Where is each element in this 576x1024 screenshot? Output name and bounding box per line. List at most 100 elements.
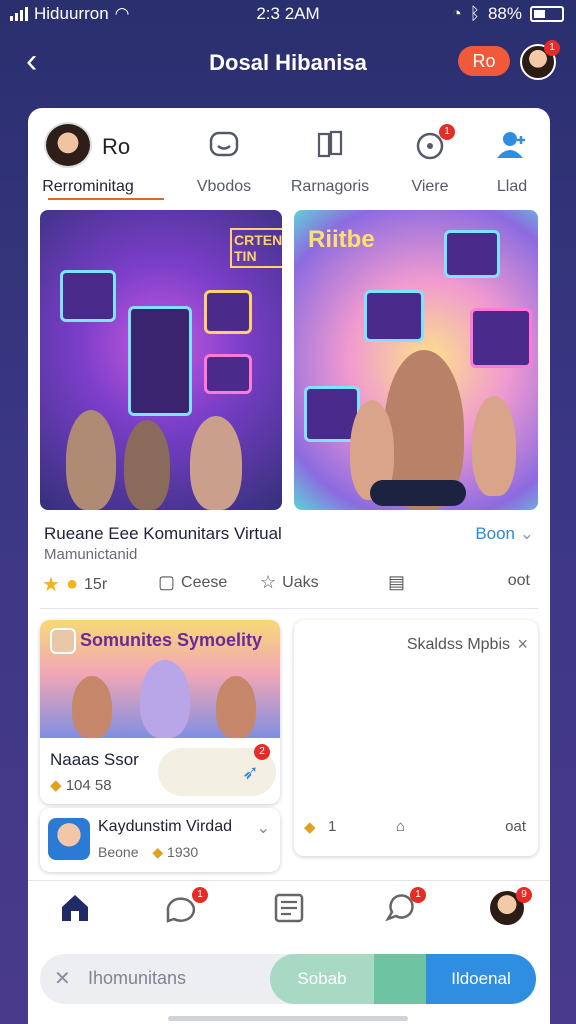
home-icon[interactable]: ⌂ bbox=[396, 818, 405, 835]
floating-tile bbox=[204, 354, 252, 394]
send-icon[interactable]: ➶ bbox=[242, 760, 259, 785]
list-item-status: Beone bbox=[98, 844, 139, 860]
comment-label: Ceese bbox=[181, 573, 228, 591]
person-figure bbox=[124, 420, 170, 510]
avatar bbox=[50, 628, 76, 654]
toggle-button[interactable] bbox=[374, 954, 426, 1004]
side-panel-heading: Skaldss Mpbis bbox=[406, 636, 510, 653]
close-icon[interactable]: × bbox=[517, 634, 528, 655]
avatar[interactable]: 9 bbox=[490, 887, 532, 931]
floating-tile bbox=[364, 290, 424, 342]
community-list-item[interactable]: Kaydunstim Virdad ⌄ Beone ◆ 1930 bbox=[40, 808, 280, 872]
chevron-down-icon[interactable]: ⌄ bbox=[257, 818, 270, 838]
person-figure bbox=[140, 660, 190, 738]
child-figure bbox=[472, 396, 516, 496]
stat-label: oot bbox=[507, 572, 530, 589]
message-icon[interactable]: 1 bbox=[382, 887, 426, 931]
chevron-down-icon: ⌄ bbox=[519, 524, 534, 543]
ticket-icon: ◆ bbox=[50, 777, 62, 794]
chat-icon[interactable]: 1 bbox=[164, 887, 208, 931]
community-card-title: Naaas Ssor bbox=[50, 750, 139, 769]
profile-badge[interactable]: Ro bbox=[458, 46, 510, 76]
post-subtitle: Mamunictanid bbox=[44, 546, 138, 563]
bottom-nav: 1 1 9 bbox=[28, 880, 550, 944]
comment-button[interactable]: ▢ Ceese bbox=[158, 572, 227, 593]
community-image-1[interactable]: CRTEND TIN bbox=[40, 210, 282, 510]
search-placeholder: Ihomunitans bbox=[88, 968, 187, 988]
person-figure bbox=[72, 676, 112, 738]
community-image-2[interactable]: Riitbe bbox=[294, 210, 538, 510]
avatar-notif-dot: 9 bbox=[516, 887, 532, 903]
side-stat: oat bbox=[505, 818, 526, 835]
battery-icon bbox=[530, 6, 564, 22]
community-card-count: 104 58 bbox=[65, 777, 112, 794]
list-item-title: Kaydunstim Virdad bbox=[98, 818, 232, 835]
list-item-count: 1930 bbox=[167, 844, 199, 860]
avatar-notif-dot: 1 bbox=[544, 40, 560, 56]
post-title[interactable]: Rueane Eee Komunitars Virtual bbox=[44, 524, 282, 544]
share-button[interactable]: ☆ Uaks bbox=[260, 572, 319, 593]
battery-percent: 88% bbox=[487, 4, 522, 23]
community-card[interactable]: Somunites Symoelity Naaas Ssor ◆ 104 58 … bbox=[40, 620, 280, 804]
bottom-search-bar: ✕ Ihomunitans Sobab Ildoenal bbox=[28, 940, 550, 1024]
tab-llad[interactable]: Llad bbox=[462, 122, 550, 202]
phone-screen bbox=[128, 306, 192, 416]
ticket-icon: ◆ bbox=[152, 844, 164, 860]
like-count: 15r bbox=[84, 575, 108, 593]
app-header: ‹ Dosal Hibanisa Ro 1 bbox=[0, 40, 576, 84]
image-sign: CRTEND TIN bbox=[230, 228, 282, 268]
tab-label: Rerrominitag bbox=[42, 178, 134, 195]
floating-tile bbox=[470, 308, 532, 368]
chat-icon bbox=[207, 128, 241, 162]
avatar bbox=[48, 818, 90, 860]
ildoenal-button[interactable]: Ildoenal bbox=[426, 954, 536, 1004]
book-icon bbox=[313, 128, 347, 162]
tab-rerrominitag[interactable]: Rerrominitag bbox=[38, 122, 138, 202]
home-indicator bbox=[168, 1016, 408, 1021]
tab-label: Vbodos bbox=[196, 178, 252, 195]
share-label: Uaks bbox=[282, 573, 319, 591]
community-icon: ✕ bbox=[54, 968, 71, 990]
person-icon bbox=[495, 128, 529, 162]
community-card-meta: ◆ 104 58 bbox=[50, 776, 112, 794]
tab-underline bbox=[48, 198, 164, 200]
tab-vbodos[interactable]: Vbodos bbox=[174, 122, 274, 202]
floating-tile bbox=[204, 290, 252, 334]
message-notif-dot: 1 bbox=[410, 887, 426, 903]
status-right: ◔ ᛒ 88% bbox=[451, 4, 564, 24]
person-figure bbox=[216, 676, 256, 738]
side-count: 1 bbox=[328, 818, 337, 835]
status-bar: Hiduurron ◠ 2:3 2AM ◔ ᛒ 88% bbox=[0, 0, 576, 28]
viere-notif-dot: 1 bbox=[439, 124, 455, 140]
person-figure bbox=[190, 416, 242, 510]
floating-tile bbox=[60, 270, 116, 322]
target-icon: 1 bbox=[413, 124, 455, 162]
comment-icon: ▢ bbox=[158, 572, 176, 592]
alarm-icon: ◔ bbox=[451, 4, 462, 23]
boon-label: Boon bbox=[475, 524, 516, 543]
chat-notif-dot: 1 bbox=[192, 887, 208, 903]
tab-rarnagoris[interactable]: Rarnagoris bbox=[280, 122, 380, 202]
share-icon: ☆ bbox=[260, 572, 277, 592]
search-input[interactable]: ✕ Ihomunitans Sobab Ildoenal bbox=[40, 954, 536, 1004]
news-icon[interactable] bbox=[272, 891, 312, 931]
bluetooth-icon: ᛒ bbox=[469, 4, 480, 23]
tab-bar: Ro Rerrominitag Vbodos Rarnagoris 1 Vier… bbox=[28, 122, 550, 210]
community-card-heading: Somunites Symoelity bbox=[80, 630, 263, 650]
bookmark-icon: ▤ bbox=[388, 572, 406, 592]
home-icon[interactable] bbox=[58, 891, 98, 931]
floating-tile bbox=[444, 230, 500, 278]
save-button[interactable]: ▤ bbox=[388, 572, 405, 593]
side-panel: Skaldss Mpbis × ◆ 1 ⌂ oat bbox=[294, 620, 538, 856]
list-item-meta: Beone ◆ 1930 bbox=[98, 844, 198, 861]
sobab-button[interactable]: Sobab bbox=[270, 954, 374, 1004]
boon-dropdown[interactable]: Boon ⌄ bbox=[475, 524, 534, 544]
emoji-icon: ● bbox=[65, 573, 79, 595]
divider bbox=[40, 608, 538, 609]
feed-card: Ro Rerrominitag Vbodos Rarnagoris 1 Vier… bbox=[28, 108, 550, 908]
image-title: Riitbe bbox=[308, 226, 375, 253]
tab-label: Rarnagoris bbox=[290, 178, 370, 195]
like-button[interactable]: ★ ● 15r bbox=[42, 572, 107, 597]
shield-icon[interactable]: ◆ bbox=[304, 818, 316, 836]
card-notif-dot: 2 bbox=[254, 744, 270, 760]
